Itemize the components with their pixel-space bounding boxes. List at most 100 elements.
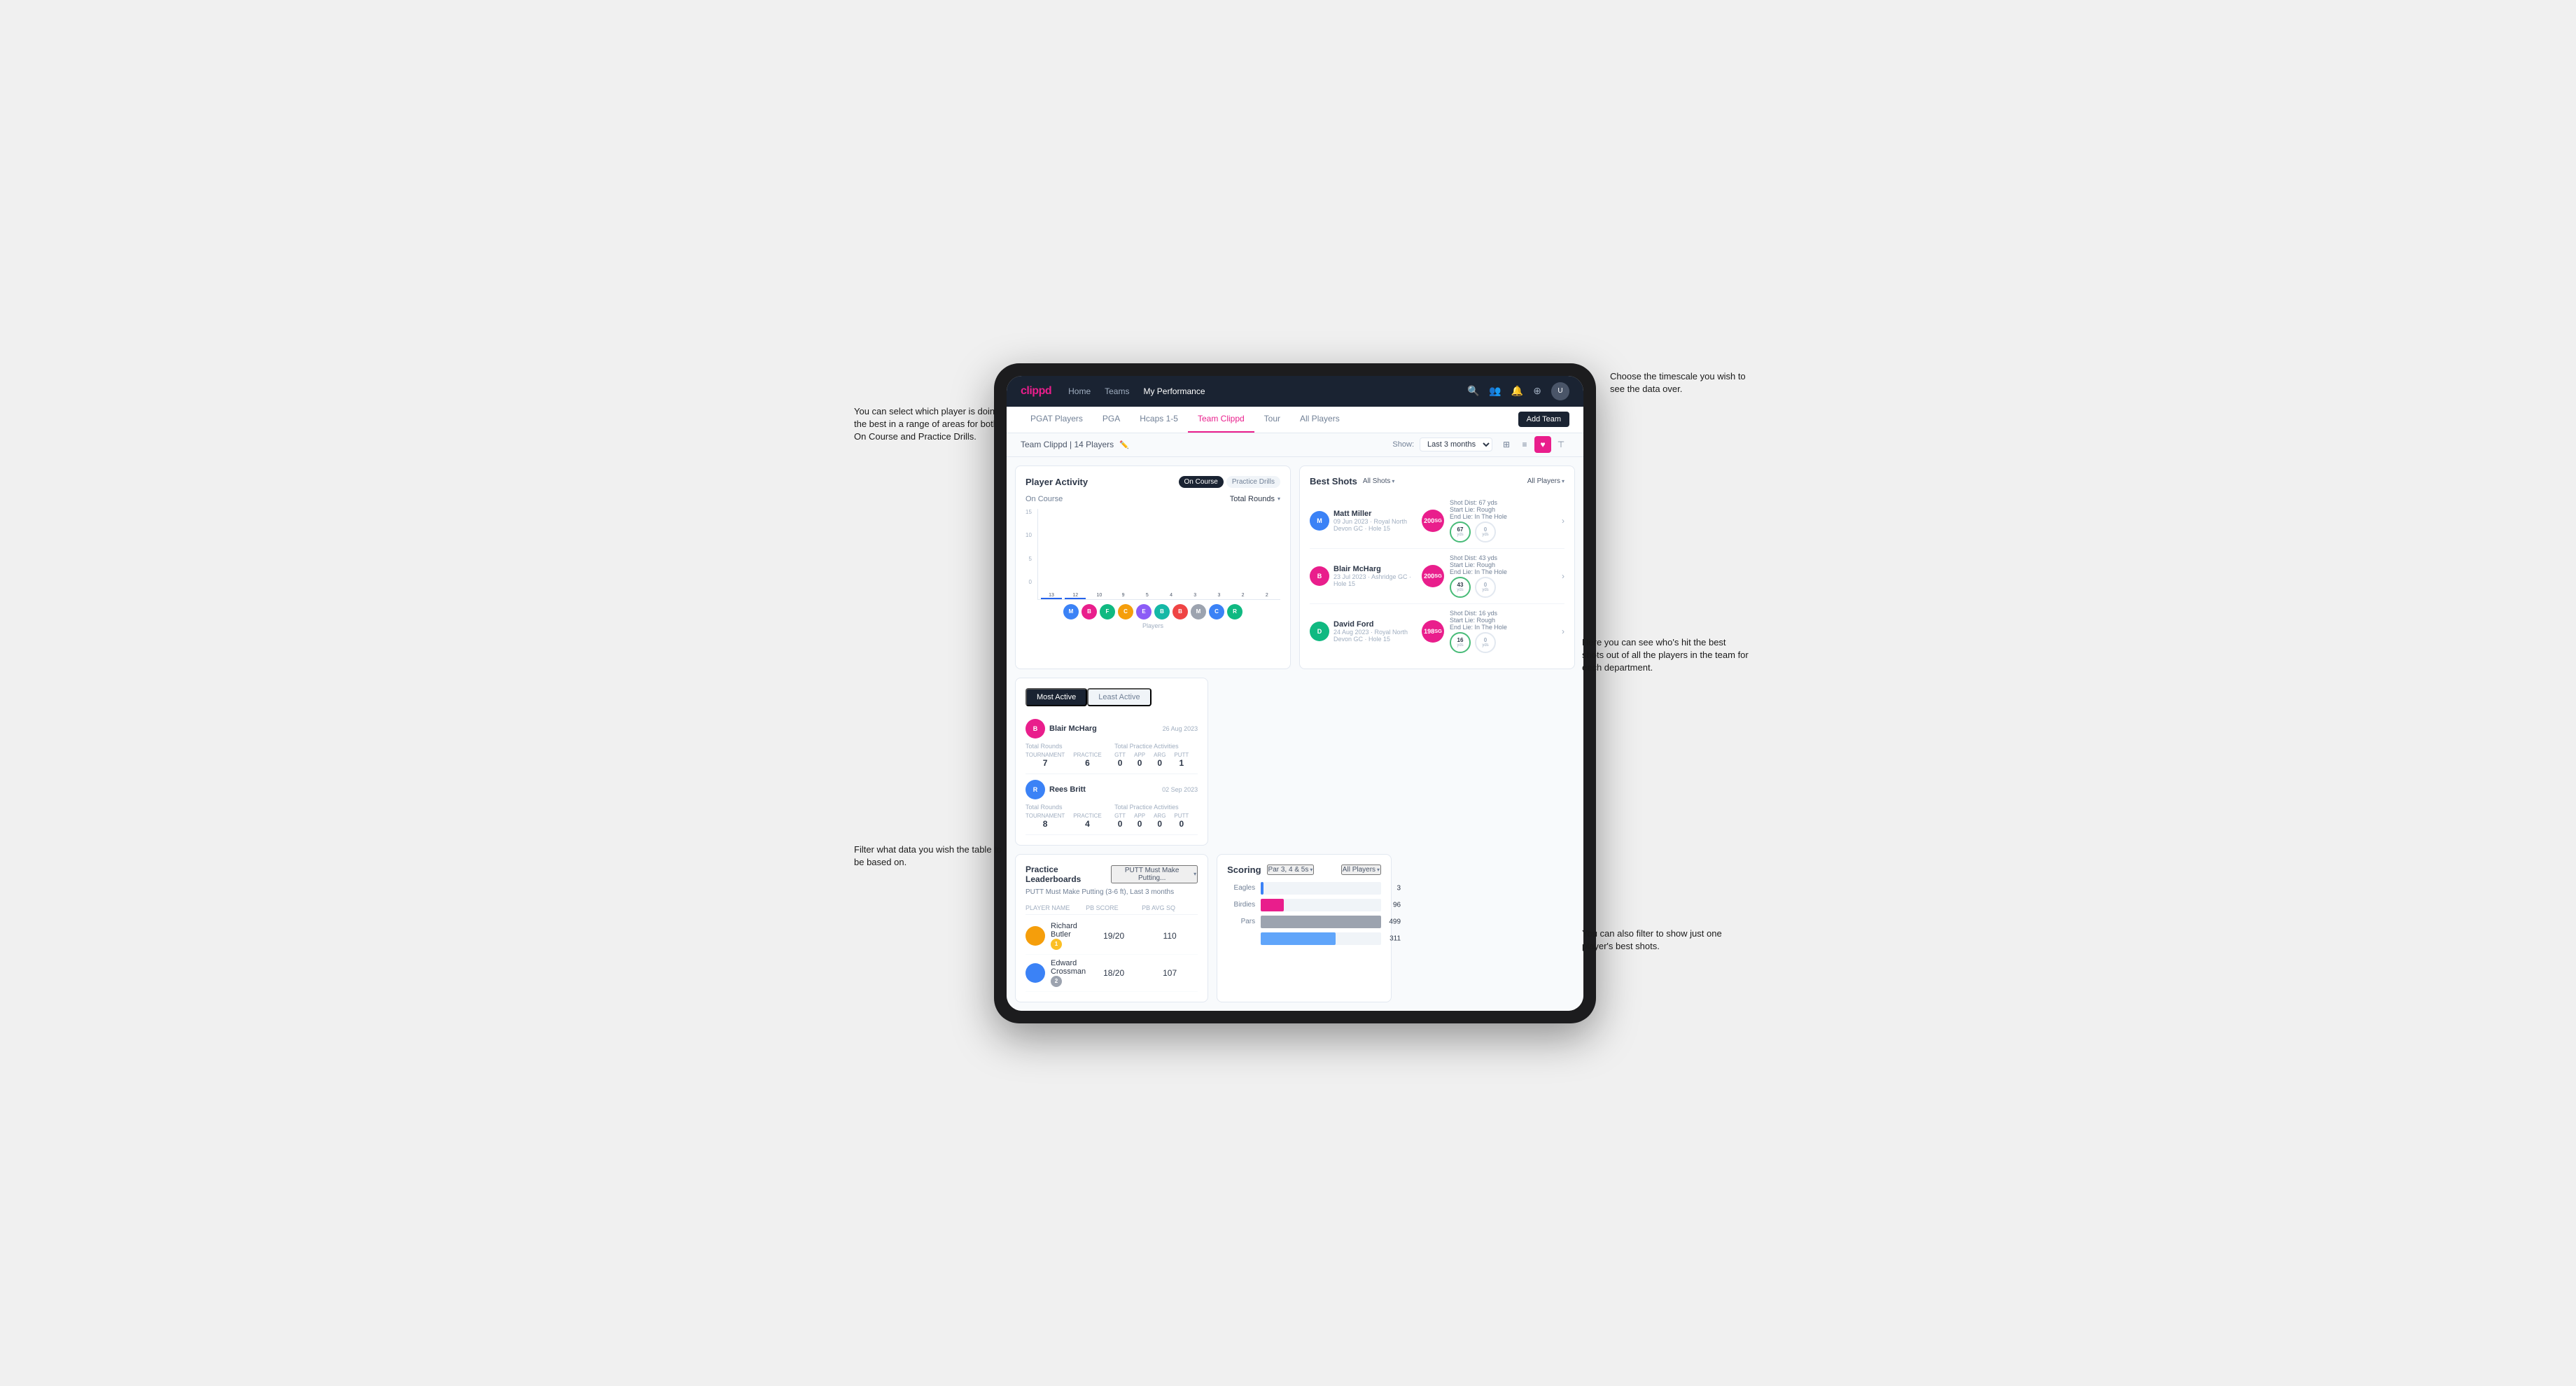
card-view-btn[interactable]: ♥ — [1534, 436, 1551, 453]
scoring-filter2[interactable]: All Players ▾ — [1341, 864, 1381, 875]
grid-view-btn[interactable]: ⊞ — [1498, 436, 1515, 453]
app-stat-1: APP 0 — [1134, 813, 1145, 829]
active-players-list: B Blair McHarg 26 Aug 2023 Total Rounds … — [1026, 713, 1198, 835]
player-avatar-0[interactable]: M — [1063, 604, 1079, 620]
annotation-top-left: You can select which player is doing the… — [854, 405, 1008, 444]
add-icon[interactable]: ⊕ — [1533, 385, 1541, 397]
y-axis: 15 10 5 0 — [1026, 509, 1035, 586]
shot-player-thumb-0: M — [1310, 511, 1329, 531]
practice-rank-badge-1: 2 — [1051, 976, 1062, 987]
bar-value-6: 3 — [1194, 593, 1196, 598]
shot-player-info-1: B Blair McHarg 23 Jul 2023 · Ashridge GC… — [1310, 565, 1416, 587]
gtt-stat-0: GTT 0 — [1114, 752, 1126, 768]
tab-pgat-players[interactable]: PGAT Players — [1021, 406, 1093, 433]
active-player-info-0: B Blair McHarg — [1026, 719, 1097, 738]
player-avatar-9[interactable]: R — [1227, 604, 1242, 620]
y-tick-0: 0 — [1026, 579, 1032, 585]
people-icon[interactable]: 👥 — [1489, 385, 1501, 397]
nav-teams[interactable]: Teams — [1105, 386, 1129, 396]
shot-stat1-0: 67yds — [1450, 522, 1471, 542]
bar-value-5: 4 — [1170, 593, 1172, 598]
bar-chart-area: 15 10 5 0 1312109543322 — [1026, 509, 1280, 600]
active-player-date-1: 02 Sep 2023 — [1162, 786, 1198, 793]
shot-chevron-1[interactable]: › — [1562, 571, 1564, 581]
bar-0: 13 — [1041, 593, 1062, 599]
tab-team-clippd[interactable]: Team Clippd — [1188, 406, 1254, 433]
bar-value-0: 13 — [1049, 593, 1054, 598]
player-avatar-4[interactable]: E — [1136, 604, 1152, 620]
y-tick-5: 5 — [1026, 556, 1032, 562]
annotation-bottom-left: Filter what data you wish the table to b… — [854, 844, 1008, 869]
on-course-label: On Course — [1026, 495, 1063, 503]
best-shots-header: Best Shots All Shots ▾ All Players ▾ — [1310, 476, 1564, 486]
scoring-filter1[interactable]: Par 3, 4 & 5s ▾ — [1267, 864, 1315, 875]
on-course-section: On Course Total Rounds ▾ — [1026, 495, 1280, 503]
shot-badge-0: 200SG — [1422, 510, 1444, 532]
scoring-bar-row-0: Eagles 3 — [1227, 882, 1381, 895]
nav-links: Home Teams My Performance — [1068, 386, 1450, 396]
practice-player-name-0: Richard Butler — [1051, 922, 1086, 939]
practice-title: Practice Leaderboards — [1026, 864, 1111, 884]
shot-player-info-0: M Matt Miller 09 Jun 2023 · Royal North … — [1310, 510, 1416, 532]
y-tick-15: 15 — [1026, 509, 1032, 515]
player-avatar-5[interactable]: B — [1154, 604, 1170, 620]
shot-stat1-2: 16yds — [1450, 632, 1471, 653]
on-course-toggle[interactable]: On Course — [1179, 476, 1224, 488]
timescale-select[interactable]: Last 3 months — [1420, 438, 1492, 451]
practice-drills-toggle[interactable]: Practice Drills — [1226, 476, 1280, 488]
player-avatar-2[interactable]: F — [1100, 604, 1115, 620]
practice-filter-btn[interactable]: PUTT Must Make Putting... ▾ — [1111, 865, 1198, 883]
tab-pga[interactable]: PGA — [1093, 406, 1130, 433]
add-team-button[interactable]: Add Team — [1518, 412, 1569, 427]
scoring-fill-2 — [1261, 916, 1381, 928]
bar-1: 12 — [1065, 593, 1086, 599]
shot-player-thumb-2: D — [1310, 622, 1329, 641]
bottom-section: Practice Leaderboards PUTT Must Make Put… — [1015, 678, 1575, 1002]
scoring-value-1: 96 — [1393, 901, 1401, 909]
player-avatar-7[interactable]: M — [1191, 604, 1206, 620]
filter-view-btn[interactable]: ⊤ — [1553, 436, 1569, 453]
total-rounds-select[interactable]: Total Rounds ▾ — [1230, 495, 1280, 503]
players-axis-label: Players — [1026, 622, 1280, 629]
shot-item-1: B Blair McHarg 23 Jul 2023 · Ashridge GC… — [1310, 549, 1564, 604]
shot-player-meta-2: 24 Aug 2023 · Royal North Devon GC · Hol… — [1334, 629, 1416, 643]
active-player-1: R Rees Britt 02 Sep 2023 Total Rounds To… — [1026, 774, 1198, 835]
shot-chevron-0[interactable]: › — [1562, 516, 1564, 526]
bell-icon[interactable]: 🔔 — [1511, 385, 1523, 397]
shot-chevron-2[interactable]: › — [1562, 626, 1564, 636]
shot-stat2-1: 0yds — [1475, 577, 1496, 598]
all-shots-filter[interactable]: All Shots ▾ — [1363, 477, 1394, 485]
tab-all-players[interactable]: All Players — [1290, 406, 1350, 433]
shot-player-name-1: Blair McHarg — [1334, 565, 1416, 573]
all-players-filter[interactable]: All Players ▾ — [1527, 477, 1564, 485]
shot-player-name-0: Matt Miller — [1334, 510, 1416, 518]
bar-value-1: 12 — [1072, 593, 1078, 598]
tab-hcaps[interactable]: Hcaps 1-5 — [1130, 406, 1188, 433]
tab-tour[interactable]: Tour — [1254, 406, 1290, 433]
most-active-tab[interactable]: Most Active — [1026, 688, 1087, 706]
player-activity-title: Player Activity — [1026, 477, 1088, 487]
player-avatar-1[interactable]: B — [1082, 604, 1097, 620]
practice-player-0: Richard Butler 1 — [1026, 922, 1086, 950]
practice-stat-1: Practice 4 — [1073, 813, 1101, 829]
list-view-btn[interactable]: ≡ — [1516, 436, 1533, 453]
shot-end-0: End Lie: In The Hole — [1450, 513, 1556, 520]
search-icon[interactable]: 🔍 — [1467, 385, 1479, 397]
annotation-top-right: Choose the timescale you wish to see the… — [1610, 370, 1750, 396]
active-player-thumb-0: B — [1026, 719, 1045, 738]
practice-player-1: Edward Crossman 2 — [1026, 959, 1086, 987]
active-stats-1: Total Rounds Tournament 8 Practice 4 Tot… — [1026, 804, 1198, 829]
nav-home[interactable]: Home — [1068, 386, 1091, 396]
player-avatar-8[interactable]: C — [1209, 604, 1224, 620]
shot-details-2: Shot Dist: 16 yds Start Lie: Rough End L… — [1450, 610, 1556, 653]
shot-player-meta-0: 09 Jun 2023 · Royal North Devon GC · Hol… — [1334, 518, 1416, 532]
player-avatar-3[interactable]: C — [1118, 604, 1133, 620]
least-active-tab[interactable]: Least Active — [1087, 688, 1151, 706]
scoring-title: Scoring — [1227, 864, 1261, 875]
user-avatar[interactable]: U — [1551, 382, 1569, 400]
nav-my-performance[interactable]: My Performance — [1143, 386, 1205, 396]
rounds-group-0: Total Rounds Tournament 7 Practice 6 — [1026, 743, 1109, 768]
team-name: Team Clippd | 14 Players — [1021, 440, 1114, 449]
player-avatar-6[interactable]: B — [1172, 604, 1188, 620]
edit-icon[interactable]: ✏️ — [1119, 440, 1129, 449]
